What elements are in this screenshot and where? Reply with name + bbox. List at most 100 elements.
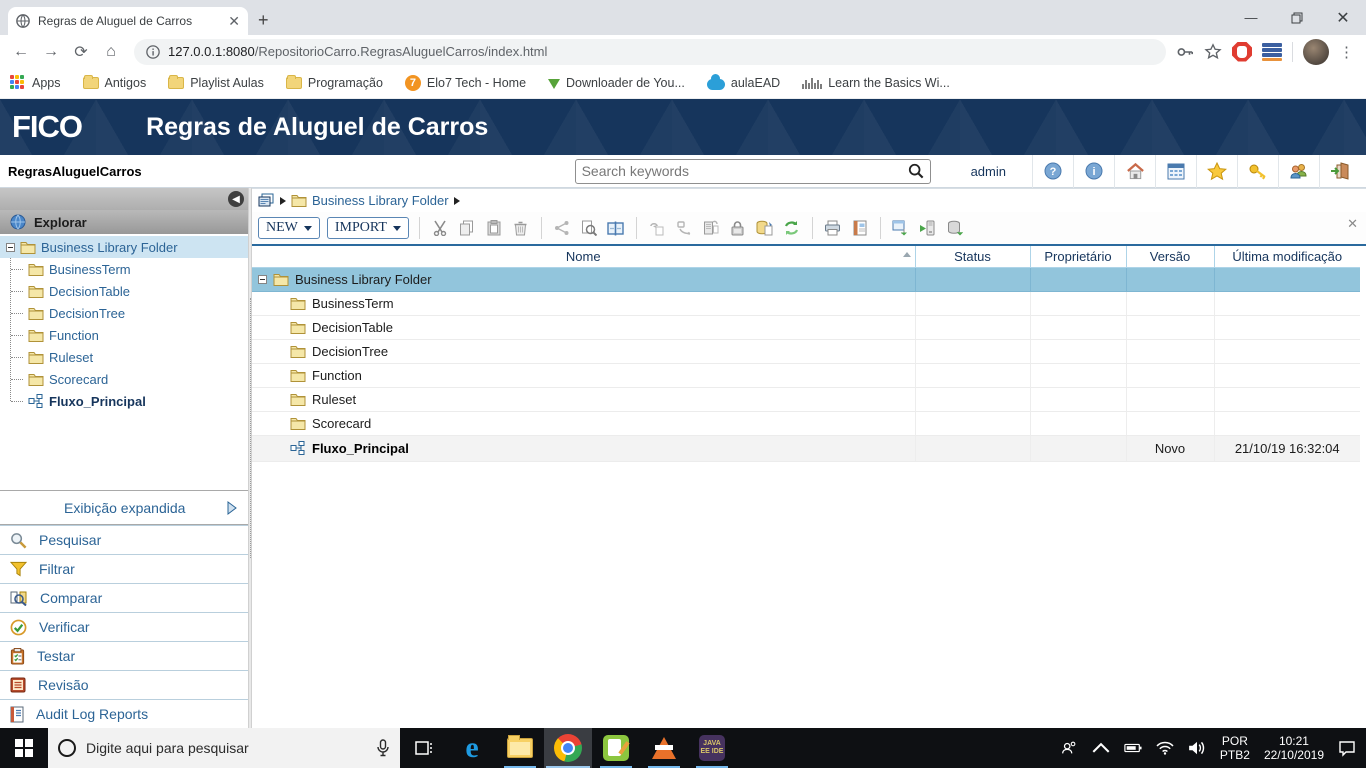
new-button[interactable]: NEW xyxy=(258,217,320,239)
tree-item-fluxo-principal[interactable]: Fluxo_Principal xyxy=(0,390,248,412)
battery-icon[interactable] xyxy=(1124,739,1142,757)
preview-icon[interactable] xyxy=(579,218,599,238)
task-view-button[interactable] xyxy=(400,728,448,768)
explore-header[interactable]: Explorar xyxy=(0,210,248,234)
tree-item-ruleset[interactable]: Ruleset xyxy=(0,346,248,368)
address-bar[interactable]: 127.0.0.1:8080/RepositorioCarro.RegrasAl… xyxy=(134,38,1166,65)
bookmark-downloader[interactable]: Downloader de You... xyxy=(548,76,685,90)
paste-icon[interactable] xyxy=(484,218,504,238)
tree-item-function[interactable]: Function xyxy=(0,324,248,346)
table-row[interactable]: Business Library Folder xyxy=(252,267,1360,292)
refresh-icon[interactable] xyxy=(782,218,802,238)
window-minimize-button[interactable]: — xyxy=(1228,0,1274,35)
bookmark-apps[interactable]: Apps xyxy=(10,75,61,91)
favorites-button[interactable] xyxy=(1196,154,1237,188)
profile-avatar[interactable] xyxy=(1303,38,1329,65)
reload-button[interactable]: ⟳ xyxy=(68,39,94,65)
sidebar-item-verificar[interactable]: Verificar xyxy=(0,612,248,641)
site-info-icon[interactable] xyxy=(146,44,160,59)
bookmark-aulaead[interactable]: aulaEAD xyxy=(706,74,780,90)
start-button[interactable] xyxy=(0,728,48,768)
checkin-icon[interactable] xyxy=(701,218,721,238)
bookmark-folder-playlist[interactable]: Playlist Aulas xyxy=(168,75,264,90)
table-row[interactable]: DecisionTable xyxy=(252,315,1360,340)
breadcrumb-item[interactable]: Business Library Folder xyxy=(312,193,449,208)
report-icon[interactable] xyxy=(850,218,870,238)
clock[interactable]: 10:21 22/10/2019 xyxy=(1264,734,1324,762)
search-input[interactable] xyxy=(581,163,908,179)
new-tab-button[interactable]: + xyxy=(258,10,269,31)
tab-close-icon[interactable]: ✕ xyxy=(228,14,240,28)
forward-button[interactable]: → xyxy=(38,39,64,65)
bookmark-cisco[interactable]: Learn the Basics Wi... xyxy=(802,76,950,90)
taskbar-chrome[interactable] xyxy=(544,728,592,768)
sidebar-item-revisao[interactable]: Revisão xyxy=(0,670,248,699)
sidebar-item-testar[interactable]: Testar xyxy=(0,641,248,670)
column-proprietario[interactable]: Proprietário xyxy=(1030,246,1127,268)
sidebar-item-pesquisar[interactable]: Pesquisar xyxy=(0,525,248,554)
key-button[interactable] xyxy=(1237,154,1278,188)
logged-in-user[interactable]: admin xyxy=(971,164,1006,179)
taskbar-edge[interactable]: e xyxy=(448,728,496,768)
help-button[interactable]: ? xyxy=(1032,154,1073,188)
table-row[interactable]: Function xyxy=(252,363,1360,388)
copy-icon[interactable] xyxy=(457,218,477,238)
sidebar-item-filtrar[interactable]: Filtrar xyxy=(0,554,248,583)
expanded-view-toggle[interactable]: Exibição expandida xyxy=(0,490,248,525)
delete-icon[interactable] xyxy=(511,218,531,238)
undo-checkout-icon[interactable] xyxy=(647,218,667,238)
browser-menu-icon[interactable]: ⋮ xyxy=(1339,43,1354,61)
print-icon[interactable] xyxy=(823,218,843,238)
column-versao[interactable]: Versão xyxy=(1126,246,1215,268)
back-button[interactable]: ← xyxy=(8,39,34,65)
language-indicator[interactable]: POR PTB2 xyxy=(1220,734,1250,762)
logout-button[interactable] xyxy=(1319,154,1360,188)
tree-item-decisiontable[interactable]: DecisionTable xyxy=(0,280,248,302)
share-icon[interactable] xyxy=(552,218,572,238)
microphone-icon[interactable] xyxy=(376,739,390,757)
volume-icon[interactable] xyxy=(1188,739,1206,757)
close-panel-icon[interactable]: ✕ xyxy=(1347,216,1358,232)
panel-splitter[interactable] xyxy=(248,188,252,728)
checkout-icon[interactable] xyxy=(674,218,694,238)
db-update-icon[interactable] xyxy=(755,218,775,238)
table-row[interactable]: BusinessTerm xyxy=(252,291,1360,316)
bookmark-folder-antigos[interactable]: Antigos xyxy=(82,75,146,90)
lock-icon[interactable] xyxy=(728,218,748,238)
collapse-sidebar-icon[interactable]: ◀ xyxy=(228,191,244,207)
keyword-search[interactable] xyxy=(574,158,931,184)
tree-item-businessterm[interactable]: BusinessTerm xyxy=(0,258,248,280)
window-restore-button[interactable] xyxy=(1274,0,1320,35)
home-button[interactable] xyxy=(1114,154,1155,188)
column-ultima-modificacao[interactable]: Última modificação xyxy=(1214,246,1360,268)
adblock-extension-icon[interactable] xyxy=(1232,41,1252,62)
column-status[interactable]: Status xyxy=(915,246,1031,268)
browser-tab[interactable]: Regras de Aluguel de Carros ✕ xyxy=(8,7,248,35)
info-button[interactable]: i xyxy=(1073,154,1114,188)
import-button[interactable]: IMPORT xyxy=(326,217,409,239)
hidden-icons-chevron-icon[interactable] xyxy=(1092,739,1110,757)
tree-item-decisiontree[interactable]: DecisionTree xyxy=(0,302,248,324)
window-close-button[interactable]: ✕ xyxy=(1320,0,1366,35)
breadcrumb-arrow-icon[interactable] xyxy=(453,196,460,205)
taskbar-notepadpp[interactable] xyxy=(592,728,640,768)
tree-item-root[interactable]: Business Library Folder xyxy=(0,236,248,258)
sidebar-item-comparar[interactable]: Comparar xyxy=(0,583,248,612)
taskbar-file-explorer[interactable] xyxy=(496,728,544,768)
wifi-icon[interactable] xyxy=(1156,739,1174,757)
taskbar-eclipse[interactable]: JAVA EE IDE xyxy=(688,728,736,768)
table-row[interactable]: Scorecard xyxy=(252,411,1360,436)
properties-icon[interactable] xyxy=(606,218,626,238)
cut-icon[interactable] xyxy=(430,218,450,238)
home-button[interactable]: ⌂ xyxy=(98,39,124,65)
tree-item-scorecard[interactable]: Scorecard xyxy=(0,368,248,390)
search-icon[interactable] xyxy=(908,163,924,179)
calendar-button[interactable] xyxy=(1155,154,1196,188)
table-row-fluxo-principal[interactable]: Fluxo_Principal Novo 21/10/19 16:32:04 xyxy=(252,435,1360,462)
taskbar-search[interactable]: Digite aqui para pesquisar xyxy=(48,728,400,768)
table-row[interactable]: Ruleset xyxy=(252,387,1360,412)
taskbar-vlc[interactable] xyxy=(640,728,688,768)
db-export-icon[interactable] xyxy=(945,218,965,238)
deploy-icon[interactable] xyxy=(918,218,938,238)
table-row[interactable]: DecisionTree xyxy=(252,339,1360,364)
